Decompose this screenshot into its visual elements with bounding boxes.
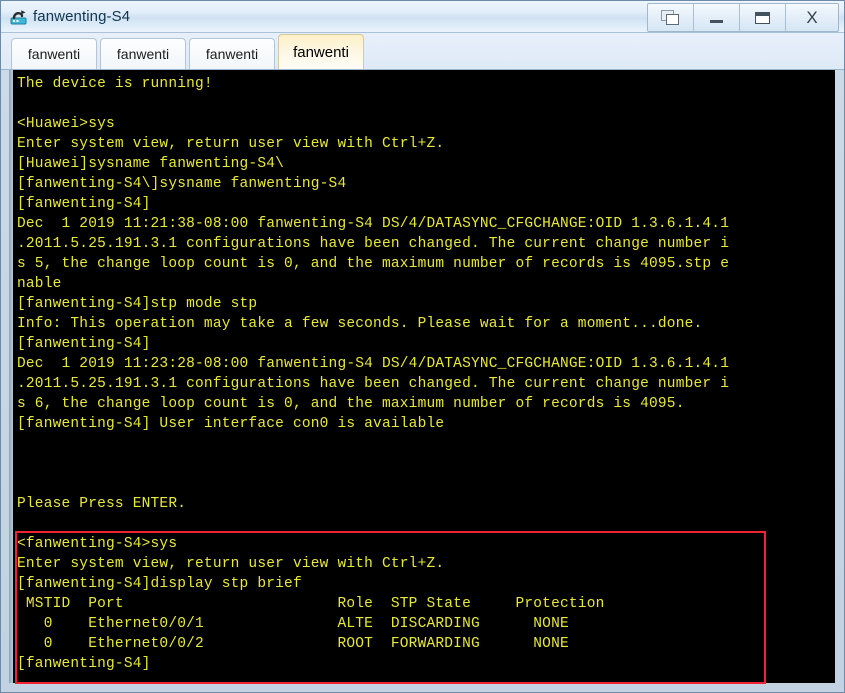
tab-label: fanwenti (116, 46, 170, 62)
terminal-line: Info: This operation may take a few seco… (17, 316, 703, 332)
terminal-line: Dec 1 2019 11:21:38-08:00 fanwenting-S4 … (17, 216, 730, 232)
terminal-line: [fanwenting-S4] (17, 196, 151, 212)
terminal-line: <Huawei>sys (17, 116, 115, 132)
terminal-line: MSTID Port Role STP State Protection (17, 596, 605, 612)
tab-bar: fanwenti fanwenti fanwenti fanwenti (1, 33, 844, 70)
terminal-line: Dec 1 2019 11:23:28-08:00 fanwenting-S4 … (17, 356, 730, 372)
tab-label: fanwenti (27, 46, 81, 62)
router-device-icon (9, 7, 29, 27)
tab-label: fanwenti (293, 43, 349, 61)
close-icon: X (806, 8, 818, 27)
tab-fanwenti-3[interactable]: fanwenti (189, 38, 275, 69)
terminal-console[interactable]: The device is running! <Huawei>sys Enter s… (13, 70, 835, 683)
tab-fanwenti-1[interactable]: fanwenti (11, 38, 97, 69)
terminal-line: [fanwenting-S4\]sysname fanwenting-S4 (17, 176, 347, 192)
window-title: fanwenting-S4 (33, 8, 131, 25)
tab-label: fanwenti (205, 46, 259, 62)
terminal-line: The device is running! (17, 76, 213, 92)
minimize-icon (710, 19, 723, 23)
terminal-line: Please Press ENTER. (17, 496, 187, 512)
maximize-button[interactable] (740, 4, 786, 31)
terminal-window: fanwenting-S4 X fanwenti fanwenti fanwen… (0, 0, 845, 693)
terminal-line: 0 Ethernet0/0/1 ALTE DISCARDING NONE (17, 616, 569, 632)
terminal-line: <fanwenting-S4>sys (17, 536, 178, 552)
title-bar: fanwenting-S4 X (1, 1, 844, 33)
terminal-line: [fanwenting-S4] (17, 656, 151, 672)
terminal-line: .2011.5.25.191.3.1 configurations have b… (17, 236, 730, 252)
terminal-output: The device is running! <Huawei>sys Enter s… (13, 74, 835, 674)
minimize-button[interactable] (694, 4, 740, 31)
terminal-line: [fanwenting-S4] User interface con0 is a… (17, 416, 445, 432)
terminal-line: s 5, the change loop count is 0, and the… (17, 256, 730, 272)
terminal-line: Enter system view, return user view with… (17, 556, 445, 572)
terminal-line: s 6, the change loop count is 0, and the… (17, 396, 685, 412)
tab-fanwenti-2[interactable]: fanwenti (100, 38, 186, 69)
tab-fanwenti-4-active[interactable]: fanwenti (278, 34, 364, 69)
terminal-line: Enter system view, return user view with… (17, 136, 445, 152)
terminal-line: [fanwenting-S4]stp mode stp (17, 296, 258, 312)
close-button[interactable]: X (786, 4, 838, 31)
terminal-line: [fanwenting-S4]display stp brief (17, 576, 302, 592)
terminal-line: 0 Ethernet0/0/2 ROOT FORWARDING NONE (17, 636, 569, 652)
terminal-area: The device is running! <Huawei>sys Enter s… (1, 70, 844, 692)
terminal-line: nable (17, 276, 62, 292)
terminal-line: [Huawei]sysname fanwenting-S4\ (17, 156, 285, 172)
window-controls: X (647, 3, 839, 32)
restore-windows-button[interactable] (648, 4, 694, 31)
maximize-icon (755, 11, 770, 24)
terminal-line: .2011.5.25.191.3.1 configurations have b… (17, 376, 730, 392)
cascade-windows-icon (661, 9, 680, 26)
terminal-line: [fanwenting-S4] (17, 336, 151, 352)
